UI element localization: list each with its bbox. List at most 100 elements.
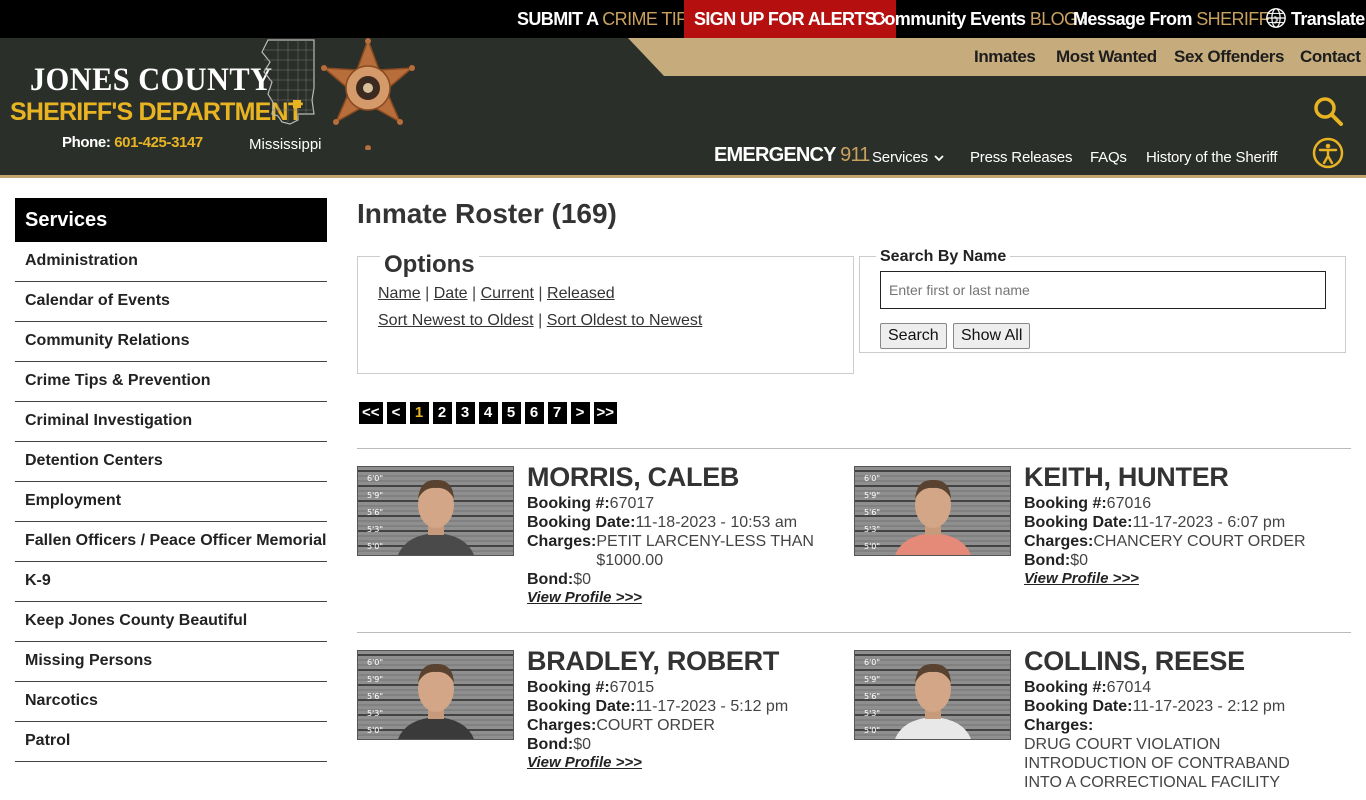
inmate-card: 6'0" 5'9" 5'6" 5'3" 5'0" BRADLEY, ROBERT Boo… [357, 646, 847, 800]
search-by-name-panel: Search By Name Search Show All [859, 248, 1346, 353]
charge: DRUG COURT VIOLATION [1024, 736, 1221, 753]
pagination: << < 1 2 3 4 5 6 7 > >> [359, 402, 618, 424]
page-2-button[interactable]: 2 [432, 402, 452, 424]
sidebar-item-keep-beautiful[interactable]: Keep Jones County Beautiful [15, 602, 327, 642]
nav-history-sheriff[interactable]: History of the Sheriff [1146, 146, 1277, 170]
page-prev-button[interactable]: < [386, 402, 406, 424]
submit-crime-tip-link[interactable]: SUBMIT A CRIME TIP› [517, 0, 698, 38]
separator: | [425, 285, 430, 302]
community-events-blog-link[interactable]: Community Events BLOG › [872, 0, 1088, 38]
booking-number-label: Booking #: [527, 679, 610, 696]
separator: | [472, 285, 477, 302]
page-title: Inmate Roster (169) [357, 198, 617, 229]
sidebar-item-employment[interactable]: Employment [15, 482, 327, 522]
height-mark-label: 5'0" [367, 542, 383, 551]
inmate-card: 6'0" 5'9" 5'6" 5'3" 5'0" KEITH, HUNTER Booki… [854, 462, 1344, 616]
page-4-button[interactable]: 4 [478, 402, 498, 424]
mugshot-photo[interactable]: 6'0" 5'9" 5'6" 5'3" 5'0" [357, 466, 514, 556]
mugshot-photo[interactable]: 6'0" 5'9" 5'6" 5'3" 5'0" [854, 650, 1011, 740]
booking-number-row: Booking #:67015 [527, 678, 654, 697]
nav-services-label: Services [872, 149, 928, 166]
filter-date-link[interactable]: Date [434, 285, 468, 302]
accessibility-icon[interactable] [1312, 137, 1344, 169]
bond-amount: $0 [573, 571, 591, 588]
charges-label: Charges: [1024, 533, 1094, 550]
height-mark-label: 5'6" [864, 692, 880, 701]
charge: PETIT LARCENY-LESS THAN [596, 533, 814, 550]
page-1-button[interactable]: 1 [409, 402, 429, 424]
sort-newest-link[interactable]: Sort Newest to Oldest [378, 312, 534, 329]
charges-label: Charges: [1024, 717, 1094, 734]
nav-contact[interactable]: Contact [1300, 38, 1361, 76]
view-profile-link[interactable]: View Profile >>> [1024, 570, 1139, 587]
page-7-button[interactable]: 7 [547, 402, 567, 424]
height-mark-label: 6'0" [864, 474, 880, 483]
bond-amount: $0 [1070, 552, 1088, 569]
divider [357, 448, 1351, 449]
nav-sex-offenders[interactable]: Sex Offenders [1174, 38, 1284, 76]
page-3-button[interactable]: 3 [455, 402, 475, 424]
filter-released-link[interactable]: Released [547, 285, 615, 302]
nav-faqs[interactable]: FAQs [1090, 146, 1127, 170]
sidebar-item-missing-persons[interactable]: Missing Persons [15, 642, 327, 682]
nav-services[interactable]: Services [872, 146, 944, 170]
sidebar-item-crime-tips[interactable]: Crime Tips & Prevention [15, 362, 327, 402]
booking-date: 11-17-2023 - 2:12 pm [1132, 698, 1286, 715]
bond-label: Bond: [1024, 552, 1071, 569]
emergency-digits: 911 [840, 144, 870, 166]
filter-current-link[interactable]: Current [481, 285, 534, 302]
sidebar-item-criminal-investigation[interactable]: Criminal Investigation [15, 402, 327, 442]
filter-name-link[interactable]: Name [378, 285, 421, 302]
mugshot-photo[interactable]: 6'0" 5'9" 5'6" 5'3" 5'0" [357, 650, 514, 740]
sheriff-badge-icon [321, 38, 415, 150]
sidebar-item-calendar[interactable]: Calendar of Events [15, 282, 327, 322]
height-mark-label: 5'9" [864, 675, 880, 684]
page-5-button[interactable]: 5 [501, 402, 521, 424]
logo-title: JONES COUNTY [30, 62, 273, 98]
sort-links: Sort Newest to Oldest | Sort Oldest to N… [378, 312, 702, 330]
nav-press-releases[interactable]: Press Releases [970, 146, 1072, 170]
charges-row: Charges:CHANCERY COURT ORDER [1024, 532, 1344, 551]
nav-most-wanted[interactable]: Most Wanted [1056, 38, 1157, 76]
mugshot-photo[interactable]: 6'0" 5'9" 5'6" 5'3" 5'0" [854, 466, 1011, 556]
sign-up-alerts-link[interactable]: SIGN UP FOR ALERTS › [684, 0, 896, 38]
height-mark-label: 5'0" [864, 542, 880, 551]
inmate-name: MORRIS, CALEB [527, 462, 740, 492]
search-button[interactable]: Search [880, 323, 947, 349]
sidebar-item-detention-centers[interactable]: Detention Centers [15, 442, 327, 482]
sidebar-item-fallen-officers[interactable]: Fallen Officers / Peace Officer Memorial [15, 522, 327, 562]
charge: INTO A CORRECTIONAL FACILITY [1024, 774, 1281, 791]
translate-button[interactable]: Translate [1265, 0, 1365, 38]
sort-oldest-link[interactable]: Sort Oldest to Newest [547, 312, 703, 329]
booking-date-row: Booking Date:11-18-2023 - 10:53 am [527, 513, 797, 532]
bond-row: Bond:$0 [527, 570, 591, 589]
sidebar-item-community-relations[interactable]: Community Relations [15, 322, 327, 362]
mugshot-image: 6'0" 5'9" 5'6" 5'3" 5'0" [358, 651, 513, 739]
sidebar-item-narcotics[interactable]: Narcotics [15, 682, 327, 722]
show-all-button[interactable]: Show All [953, 323, 1031, 349]
nav-inmates[interactable]: Inmates [974, 38, 1036, 76]
services-sidebar: Services Administration Calendar of Even… [15, 198, 327, 762]
name-search-input[interactable] [880, 271, 1326, 309]
view-profile-link[interactable]: View Profile >>> [527, 589, 642, 606]
site-header: JONES COUNTY SHERIFF'S DEPARTMENT Phone:… [0, 38, 1366, 178]
booking-number-row: Booking #:67014 [1024, 678, 1151, 697]
booking-number-label: Booking #: [1024, 495, 1107, 512]
emergency-label: EMERGENCY [714, 144, 836, 166]
page-last-button[interactable]: >> [593, 402, 618, 424]
height-mark-label: 6'0" [367, 474, 383, 483]
search-icon[interactable] [1313, 96, 1343, 126]
view-profile-link[interactable]: View Profile >>> [527, 754, 642, 771]
message-from-sheriff-link[interactable]: Message From SHERIFF › [1073, 0, 1279, 38]
sidebar-item-patrol[interactable]: Patrol [15, 722, 327, 762]
divider [357, 632, 1351, 633]
booking-date-label: Booking Date: [1024, 698, 1133, 715]
page-next-button[interactable]: > [570, 402, 590, 424]
page-first-button[interactable]: << [359, 402, 383, 424]
booking-date-label: Booking Date: [527, 698, 636, 715]
page-6-button[interactable]: 6 [524, 402, 544, 424]
sidebar-item-administration[interactable]: Administration [15, 242, 327, 282]
sidebar-item-k9[interactable]: K-9 [15, 562, 327, 602]
phone-number[interactable]: 601-425-3147 [114, 134, 203, 151]
charges-row: Charges:COURT ORDER [527, 716, 847, 735]
